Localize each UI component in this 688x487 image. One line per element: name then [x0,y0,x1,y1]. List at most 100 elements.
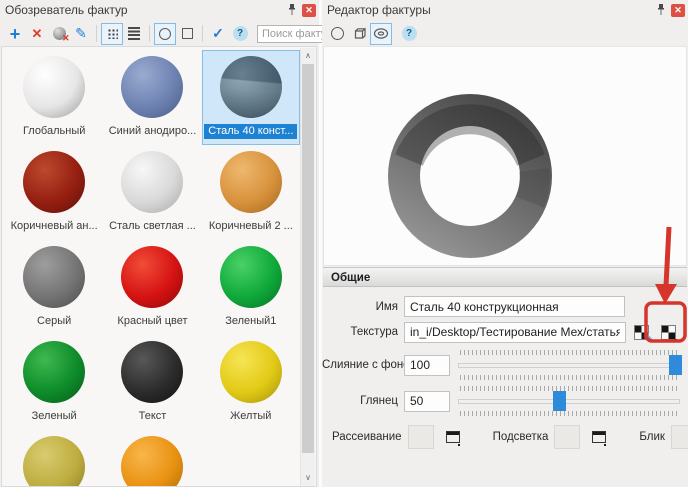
material-tile[interactable]: Текст [103,335,201,430]
torus-icon [372,27,390,40]
grid-view-button[interactable] [101,23,123,45]
toolbar-separator [202,25,203,42]
pin-icon[interactable] [656,4,666,16]
diffuse-color-swatch[interactable] [408,425,434,449]
remove-material-button[interactable]: ✕ [48,23,70,45]
sphere-shape-button[interactable] [326,23,348,45]
scrollbar-thumb[interactable] [302,64,314,453]
material-tile[interactable]: Зеленый [5,335,103,430]
blend-slider[interactable] [458,350,680,380]
gloss-slider-thumb[interactable] [553,391,566,411]
material-tile[interactable]: Серый [5,240,103,335]
cube-icon [352,26,367,41]
diffuse-picker-button[interactable] [443,427,463,447]
color-settings-row: Рассеивание Подсветка Блик [322,425,680,449]
material-sphere [23,341,85,403]
specular-group: Блик [639,425,688,449]
slider-ticks [460,375,678,380]
glow-picker-button[interactable] [589,427,609,447]
scroll-up-icon[interactable]: ∧ [301,48,315,63]
material-tile[interactable]: Зеленый1 [202,240,300,335]
help-button[interactable]: ? [229,23,251,45]
material-name: Серый [33,314,75,329]
material-tile[interactable]: Коричневый ан... [5,145,103,240]
help-button[interactable]: ? [398,23,420,45]
texture-properties-form: Имя Текстура ✎ Слияние с фоном [322,290,688,487]
gloss-row: Глянец [322,386,680,416]
edit-texture-image-button[interactable]: ✎ [629,320,653,344]
help-icon: ? [233,26,248,41]
texture-browser-toolbar: + ✕ ✕ ✎ ✓ ? [0,19,319,47]
material-name: Текст [135,409,171,424]
check-icon: ✓ [212,25,224,42]
slider-track [458,399,680,404]
edit-texture-button[interactable]: ✎ [70,23,92,45]
sphere-preview-button[interactable] [154,23,176,45]
materials-scrollbar[interactable]: ∧ ∨ [300,48,315,486]
delete-texture-button[interactable]: ✕ [26,23,48,45]
circle-icon [331,27,344,40]
glow-color-swatch[interactable] [554,425,580,449]
material-sphere [220,246,282,308]
blend-slider-thumb[interactable] [669,355,682,375]
blend-value-field[interactable] [404,355,450,376]
name-label: Имя [322,301,398,313]
material-name: Красный цвет [113,314,191,329]
slider-ticks [460,386,678,391]
specular-label: Блик [639,431,665,443]
material-tile[interactable] [103,430,201,486]
sphere-delete-icon: ✕ [53,27,66,40]
gloss-slider[interactable] [458,386,680,416]
material-sphere [23,246,85,308]
close-panel-button[interactable]: ✕ [671,4,685,17]
apply-button[interactable]: ✓ [207,23,229,45]
square-icon [182,28,193,39]
material-tile[interactable] [5,430,103,486]
material-tile[interactable]: Сталь 40 конст... [202,50,300,145]
list-view-icon [128,27,140,40]
material-sphere [121,246,183,308]
texture-editor-toolbar: ? [322,19,688,47]
blend-label: Слияние с фоном [322,359,398,371]
checker-browse-icon [661,325,676,340]
list-view-button[interactable] [123,23,145,45]
pin-icon[interactable] [287,4,297,16]
material-name: Желтый [226,409,275,424]
slider-ticks [460,350,678,355]
texture-editor-panel: Редактор фактуры ✕ ? [322,0,688,487]
material-tile[interactable]: Глобальный [5,50,103,145]
material-tile[interactable]: Желтый [202,335,300,430]
more-dot-icon [674,339,677,342]
material-name: Зеленый1 [221,314,280,329]
material-sphere [121,341,183,403]
material-tile[interactable]: Синий анодиро... [103,50,201,145]
material-sphere [220,151,282,213]
scroll-down-icon[interactable]: ∨ [301,470,315,485]
material-name: Зеленый [28,409,81,424]
texture-browser-titlebar: Обозреватель фактур ✕ [0,0,319,19]
texture-path-field[interactable] [404,322,626,343]
gloss-value-field[interactable] [404,391,450,412]
material-name: Коричневый ан... [7,219,102,234]
blend-row: Слияние с фоном [322,350,680,380]
material-sphere [220,341,282,403]
glow-label: Подсветка [493,431,549,443]
torus-shape-button[interactable] [370,23,392,45]
material-name: Сталь 40 конст... [204,124,297,139]
material-tile[interactable]: Коричневый 2 ... [202,145,300,240]
name-field[interactable] [404,296,625,317]
cube-shape-button[interactable] [348,23,370,45]
material-tile[interactable]: Красный цвет [103,240,201,335]
close-panel-button[interactable]: ✕ [302,4,316,17]
browse-texture-image-button[interactable] [656,320,680,344]
specular-color-swatch[interactable] [671,425,688,449]
material-tile[interactable]: Сталь светлая ... [103,145,201,240]
material-sphere [121,151,183,213]
material-sphere [23,151,85,213]
add-texture-button[interactable]: + [4,23,26,45]
window-icon [446,431,460,443]
slider-track [458,363,680,368]
material-name: Глобальный [19,124,89,139]
flat-preview-button[interactable] [176,23,198,45]
general-section-header: Общие [323,267,687,287]
